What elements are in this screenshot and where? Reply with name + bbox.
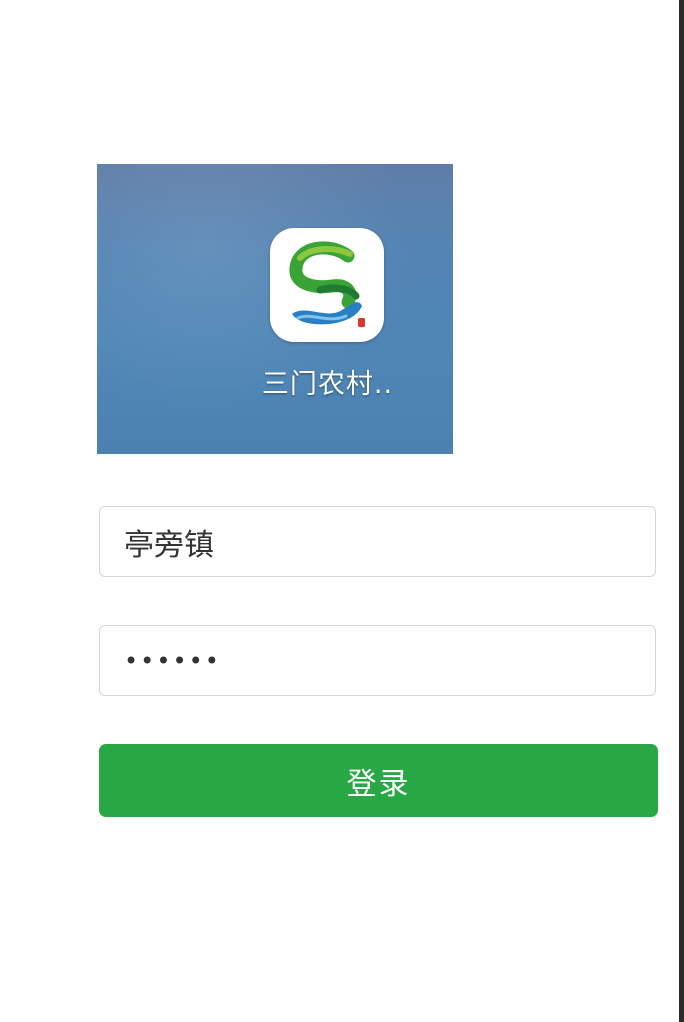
sanmen-app-logo-icon[interactable] <box>270 228 384 342</box>
username-input[interactable] <box>99 506 656 577</box>
login-button[interactable]: 登录 <box>99 744 658 817</box>
app-name-label: 三门农村.. <box>261 369 394 400</box>
password-input[interactable] <box>99 625 656 696</box>
screen-edge-divider <box>679 0 684 1022</box>
login-page: 三门农村.. 登录 <box>0 0 684 1022</box>
logo-graphic <box>289 241 365 327</box>
